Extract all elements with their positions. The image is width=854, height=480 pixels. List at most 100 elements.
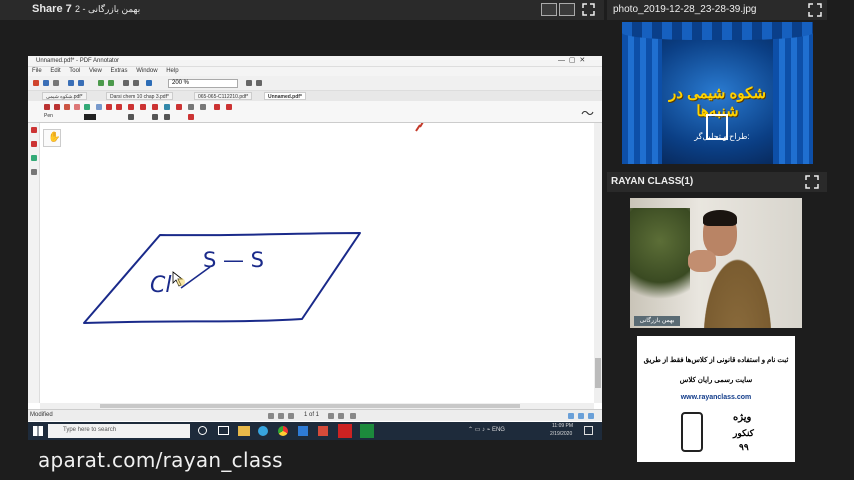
stamp-color-icon[interactable] <box>188 114 194 120</box>
presenter-name: بهمن بازرگانی - 2 <box>75 4 141 14</box>
menu-extras[interactable]: Extras <box>111 68 128 74</box>
rectangle-icon[interactable] <box>128 104 134 110</box>
link-icon[interactable] <box>188 104 194 110</box>
tab-unnamed[interactable]: Unnamed.pdf* <box>264 92 306 100</box>
pdf-title-bar: Unnamed.pdf* - PDF Annotator — ▢ ✕ <box>28 56 602 67</box>
tray-icons[interactable]: ⌃ ▭ ♪ ⌁ ENG <box>468 426 505 433</box>
file-explorer-icon[interactable] <box>238 426 250 436</box>
first-page-icon[interactable] <box>268 413 274 419</box>
vertical-scrollbar[interactable] <box>594 123 602 403</box>
document-canvas[interactable]: ✋ Cl S — S <box>40 123 602 403</box>
task-view-icon[interactable] <box>218 426 229 435</box>
redo-icon[interactable] <box>78 80 84 86</box>
next-page-icon[interactable] <box>108 80 114 86</box>
window-controls[interactable]: — ▢ ✕ <box>558 56 585 64</box>
stamp-icon[interactable] <box>164 104 170 110</box>
last-page-icon[interactable] <box>338 413 344 419</box>
ellipse-icon[interactable] <box>140 104 146 110</box>
favorite-icon[interactable] <box>226 104 232 110</box>
marker-icon[interactable] <box>64 104 70 110</box>
app-task-icon[interactable] <box>338 424 352 438</box>
hand-tool-icon[interactable] <box>123 80 129 86</box>
tab-darsi-chem[interactable]: Darsi chem 10 chap 3.pdf* <box>106 92 173 100</box>
fit-width-icon[interactable] <box>246 80 252 86</box>
taskbar-search[interactable]: Type here to search <box>48 424 190 438</box>
window-icon[interactable] <box>559 3 575 16</box>
single-page-view-icon[interactable] <box>568 413 574 419</box>
pdf-window-title: Unnamed.pdf* - PDF Annotator <box>36 58 120 64</box>
telegram-icon[interactable] <box>258 426 268 436</box>
open-icon[interactable] <box>33 80 39 86</box>
layout-icon[interactable] <box>541 3 557 16</box>
next-icon[interactable] <box>328 413 334 419</box>
pdf-menu-bar: File Edit Tool View Extras Window Help <box>28 67 602 76</box>
horizontal-scroll-thumb[interactable] <box>100 404 520 408</box>
pointer-icon[interactable] <box>44 104 50 110</box>
promo-subtitle: طراح و تحلیل‌گر: <box>694 132 750 141</box>
fullscreen-icon[interactable] <box>582 3 595 16</box>
tab-shokouh[interactable]: شکوه شیمی.pdf* <box>42 92 87 100</box>
text-tool-icon[interactable] <box>152 104 158 110</box>
cortana-icon[interactable] <box>198 426 207 435</box>
ad-line-1: ثبت نام و استفاده قانونی از کلاس‌ها فقط … <box>643 357 789 364</box>
highlighter-icon[interactable] <box>74 104 80 110</box>
save-icon[interactable] <box>43 80 49 86</box>
presenter-video: بهمن بازرگانی <box>630 198 802 328</box>
stroke-width-icon[interactable] <box>128 114 134 120</box>
side-pen-icon[interactable] <box>31 127 37 133</box>
zoom-select[interactable]: 200 % <box>168 79 238 88</box>
menu-edit[interactable]: Edit <box>50 68 60 74</box>
side-eraser-icon[interactable] <box>31 155 37 161</box>
text-size-icon[interactable] <box>152 114 158 120</box>
ad-badge-1: ویژه <box>733 412 752 423</box>
chrome-icon[interactable] <box>278 426 288 436</box>
prev-page-icon[interactable] <box>98 80 104 86</box>
ad-url[interactable]: www.rayanclass.com <box>643 394 789 401</box>
ad-logo-icon <box>681 412 703 452</box>
pdf-status-bar: Modified 1 of 1 <box>28 409 602 421</box>
add-page-icon[interactable] <box>350 413 356 419</box>
undo-icon[interactable] <box>68 80 74 86</box>
menu-help[interactable]: Help <box>166 68 178 74</box>
line-icon[interactable] <box>106 104 112 110</box>
search-placeholder: Type here to search <box>63 427 117 433</box>
browser-icon[interactable] <box>298 426 308 436</box>
menu-tool[interactable]: Tool <box>69 68 80 74</box>
prev-page-status-icon[interactable] <box>278 413 284 419</box>
wave-icon[interactable]: 〜 <box>581 103 594 122</box>
photo-fullscreen-icon[interactable] <box>808 3 822 17</box>
side-bookmark-icon[interactable] <box>31 169 37 175</box>
arrow-icon[interactable] <box>116 104 122 110</box>
side-highlighter-icon[interactable] <box>31 141 37 147</box>
lasso-icon[interactable] <box>214 104 220 110</box>
windows-taskbar: Type here to search ⌃ ▭ ♪ ⌁ ENG 11:09 PM… <box>28 422 602 440</box>
menu-file[interactable]: File <box>32 68 42 74</box>
notification-icon[interactable] <box>584 426 593 435</box>
presenter-hand <box>688 250 716 272</box>
menu-window[interactable]: Window <box>136 68 157 74</box>
note-icon[interactable] <box>200 104 206 110</box>
video-fullscreen-icon[interactable] <box>805 175 819 189</box>
app-task-icon-2[interactable] <box>360 424 374 438</box>
print-icon[interactable] <box>53 80 59 86</box>
home-icon[interactable] <box>146 80 152 86</box>
font-icon[interactable] <box>164 114 170 120</box>
image-icon[interactable] <box>176 104 182 110</box>
continuous-view-icon[interactable] <box>588 413 594 419</box>
vertical-scroll-thumb[interactable] <box>595 358 601 388</box>
select-tool-icon[interactable] <box>133 80 139 86</box>
share-header: Share 7 بهمن بازرگانی - 2 <box>0 0 604 20</box>
pen-color-icon[interactable] <box>96 104 102 110</box>
rayan-class-ad: ثبت نام و استفاده قانونی از کلاس‌ها فقط … <box>637 336 795 462</box>
double-page-view-icon[interactable] <box>578 413 584 419</box>
fit-page-icon[interactable] <box>256 80 262 86</box>
tab-065[interactable]: 065-065-C112210.pdf* <box>194 92 253 100</box>
menu-view[interactable]: View <box>89 68 102 74</box>
eraser-icon[interactable] <box>84 104 90 110</box>
windows-start-icon[interactable] <box>33 426 43 436</box>
prev-icon[interactable] <box>288 413 294 419</box>
pdf-annotator-task-icon[interactable] <box>318 426 328 436</box>
pen-tool-icon[interactable] <box>54 104 60 110</box>
ad-badge-2: کنکور <box>733 428 754 438</box>
pen-color-swatch[interactable] <box>84 114 96 120</box>
